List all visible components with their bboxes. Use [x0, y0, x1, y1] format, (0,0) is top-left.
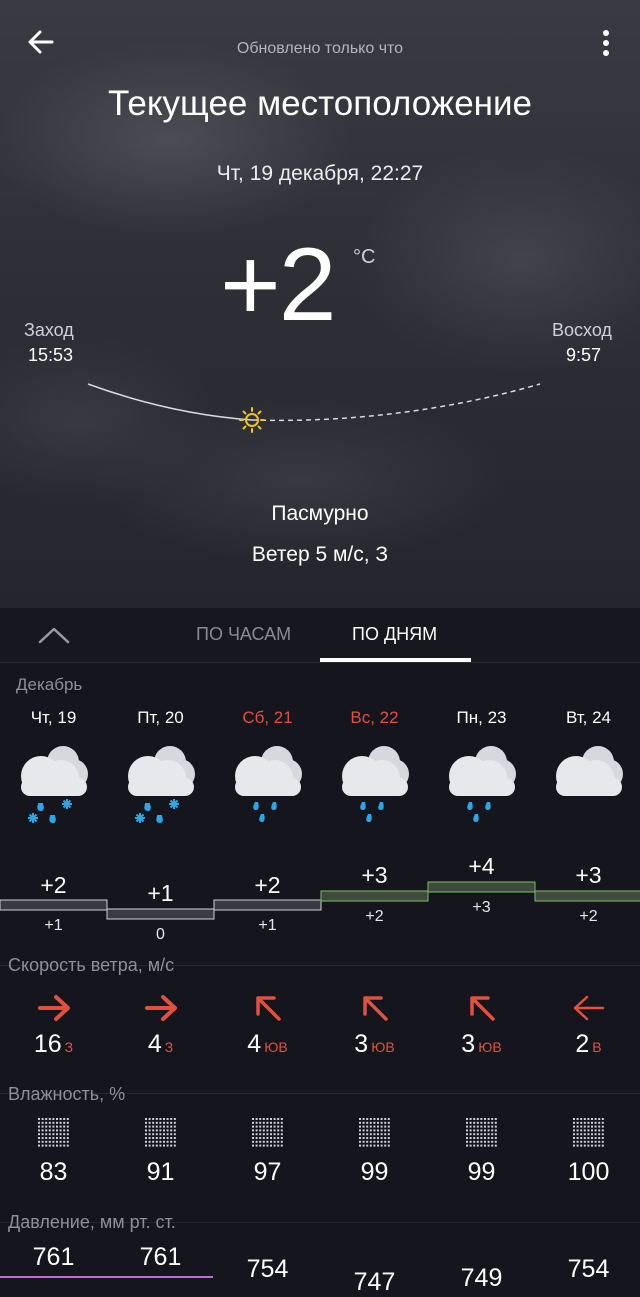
temp-bar [534, 890, 640, 902]
wind-direction: ЮВ [371, 1039, 395, 1055]
weather-icon [214, 734, 321, 835]
wind-speed: 4 ЮВ [214, 1030, 321, 1059]
tab-hourly[interactable]: ПО ЧАСАМ [196, 624, 291, 645]
active-tab-indicator [320, 658, 471, 662]
day-name: Чт, 19 [30, 708, 77, 727]
wind-section-label: Скорость ветра, м/с [8, 955, 175, 975]
day-name: Вт, 24 [565, 708, 612, 727]
humidity-value: 99 [467, 1158, 496, 1186]
humidity-section-label: Влажность, % [8, 1084, 126, 1104]
more-vertical-icon [603, 30, 609, 56]
weather-icon [321, 734, 428, 835]
humidity-icon [0, 1118, 107, 1153]
chevron-up-icon [38, 627, 70, 644]
wind-direction: ЮВ [264, 1039, 288, 1055]
wind-speed: 4З [107, 1030, 214, 1059]
temp-bar [106, 908, 215, 920]
temperature-unit: °C [353, 246, 376, 268]
weather-icon [535, 734, 640, 835]
updated-status: Обновлено только что [236, 40, 404, 57]
arrow-northwest-icon [428, 988, 535, 1033]
arrow-west-icon [535, 988, 640, 1033]
wind-speed-value: 3 [354, 1030, 369, 1058]
weather-icon [0, 734, 107, 835]
sunset-label: Заход [24, 320, 74, 340]
wind-direction: ЮВ [478, 1039, 502, 1055]
pressure-value: 761 [139, 1243, 182, 1271]
cloud-icon [127, 746, 195, 796]
humidity-icon [214, 1118, 321, 1153]
arrow-east-icon [0, 988, 107, 1033]
current-temperature: +2 [220, 227, 337, 343]
weather-icon [107, 734, 214, 835]
day-name: Пн, 23 [456, 708, 507, 727]
snow-rain-icon [134, 799, 179, 824]
wind-direction: В [592, 1039, 602, 1055]
wind-speed: 3 ЮВ [321, 1030, 428, 1059]
day-name: Пт, 20 [137, 708, 184, 727]
cloud-icon [448, 746, 516, 796]
weather-icon [428, 734, 535, 835]
humidity-value: 100 [567, 1158, 610, 1186]
cloud-icon [555, 746, 623, 796]
humidity-icon [321, 1118, 428, 1153]
weather-condition: Пасмурно [271, 502, 369, 525]
wind-direction: З [64, 1039, 74, 1055]
humidity-value: 91 [146, 1158, 175, 1186]
wind-speed-value: 2 [575, 1030, 590, 1058]
temp-bar [213, 899, 322, 911]
pressure-section-label: Давление, мм рт. ст. [8, 1212, 176, 1232]
humidity-value: 83 [39, 1158, 68, 1186]
month-label: Декабрь [16, 675, 83, 694]
tab-daily[interactable]: ПО ДНЯМ [352, 624, 437, 645]
wind-speed-value: 3 [461, 1030, 476, 1058]
wind-speed-value: 16 [33, 1030, 62, 1058]
wind-direction: З [164, 1039, 174, 1055]
arrow-east-icon [107, 988, 214, 1033]
cloud-icon [234, 746, 302, 796]
day-name: Вс, 22 [350, 708, 399, 727]
rain-icon [466, 802, 491, 822]
cloud-icon [341, 746, 409, 796]
collapse-button[interactable] [36, 622, 72, 648]
temperature-chart [0, 881, 640, 920]
humidity-value: 99 [360, 1158, 389, 1186]
sunrise-label: Восход [552, 320, 612, 340]
current-wind: Ветер 5 м/с, З [251, 543, 389, 566]
arrow-northwest-icon [321, 988, 428, 1033]
humidity-value: 97 [253, 1158, 282, 1186]
temp-bar [320, 890, 429, 902]
wind-speed: 2В [535, 1030, 640, 1059]
pressure-value: 761 [32, 1243, 75, 1271]
day-name: Сб, 21 [242, 708, 293, 727]
humidity-icon [535, 1118, 640, 1153]
current-datetime: Чт, 19 декабря, 22:27 [216, 162, 424, 185]
rain-icon [359, 802, 384, 822]
location-title: Текущее местоположение [107, 84, 533, 123]
cloud-icon [20, 746, 88, 796]
temp-bar [0, 899, 108, 911]
temp-bar [427, 881, 536, 893]
wind-speed: 3 ЮВ [428, 1030, 535, 1059]
humidity-icon [107, 1118, 214, 1153]
wind-speed-value: 4 [147, 1030, 162, 1058]
snow-rain-icon [27, 799, 72, 824]
sun-path-arc [87, 383, 541, 433]
wind-speed-value: 4 [247, 1030, 262, 1058]
pressure-bar [0, 1276, 213, 1278]
humidity-icon [428, 1118, 535, 1153]
wind-speed: 16 З [0, 1030, 107, 1059]
forecast-tabs [0, 608, 640, 663]
more-menu-button[interactable] [594, 26, 618, 60]
rain-icon [252, 802, 277, 822]
arrow-northwest-icon [214, 988, 321, 1033]
